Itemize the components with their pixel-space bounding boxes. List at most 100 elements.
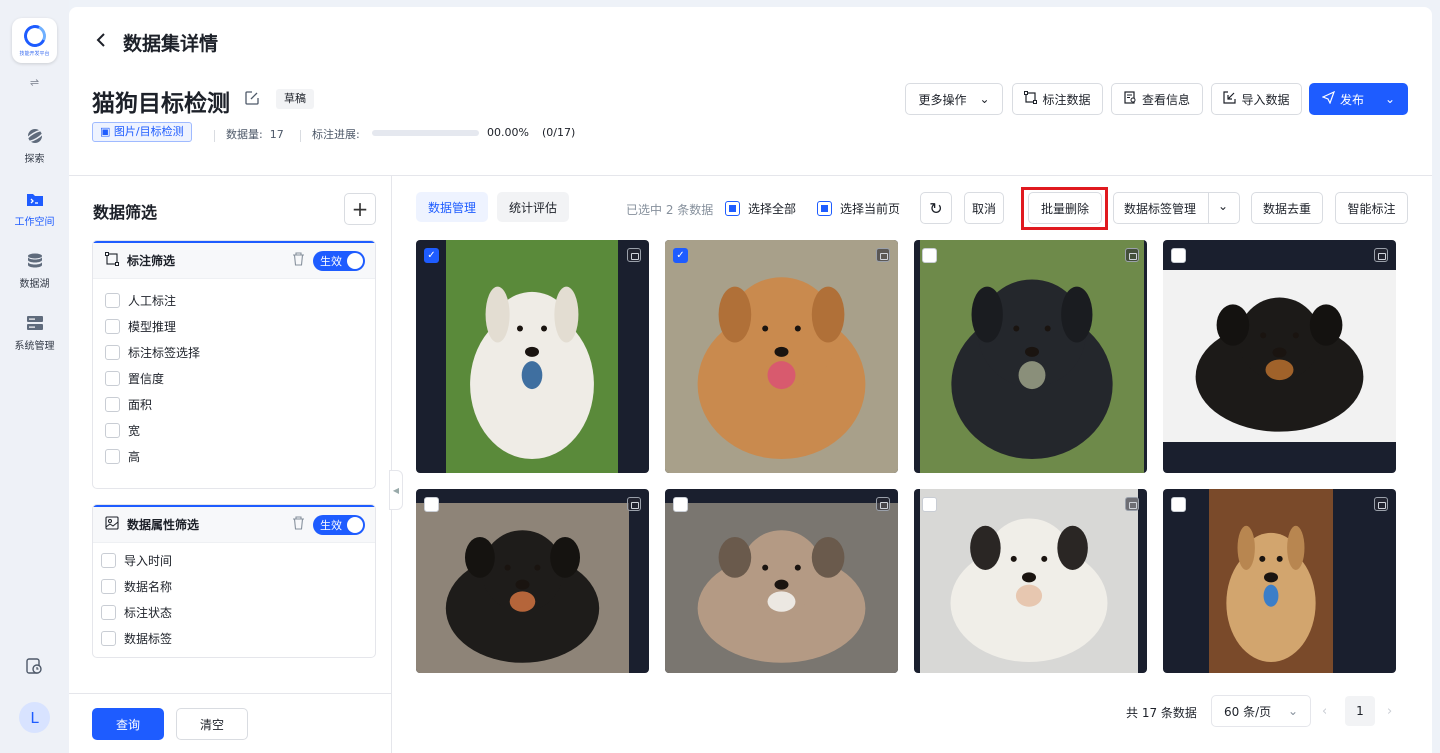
image-card[interactable]: ✓	[665, 240, 898, 473]
task-history-icon[interactable]	[25, 657, 43, 675]
checkbox[interactable]	[101, 630, 116, 646]
next-page-icon[interactable]: ›	[1387, 704, 1392, 719]
filter-option[interactable]: 数据标签	[93, 625, 375, 651]
tab-data-manage[interactable]: 数据管理	[416, 192, 489, 222]
logo-mark-icon	[20, 21, 49, 50]
checkbox[interactable]	[105, 370, 120, 386]
lock-icon[interactable]	[1374, 248, 1388, 262]
send-icon	[1321, 90, 1336, 107]
refresh-button[interactable]: ↻	[920, 192, 952, 224]
add-filter-button[interactable]: +	[344, 193, 376, 225]
checkbox[interactable]	[1171, 497, 1186, 512]
dedupe-button[interactable]: 数据去重	[1251, 192, 1323, 224]
image-card[interactable]	[914, 240, 1147, 473]
checkbox[interactable]	[1171, 248, 1186, 263]
filter-option[interactable]: 模型推理	[93, 313, 375, 339]
image-card[interactable]	[416, 489, 649, 673]
chevron-down-icon[interactable]: ⌄	[1218, 199, 1228, 213]
checkbox[interactable]	[922, 248, 937, 263]
smart-label-button[interactable]: 智能标注	[1335, 192, 1408, 224]
prev-page-icon[interactable]: ‹	[1322, 704, 1327, 719]
clear-button[interactable]: 清空	[176, 708, 248, 740]
divider	[391, 176, 392, 753]
trash-icon[interactable]	[292, 252, 305, 269]
swap-icon[interactable]: ⇌	[0, 76, 69, 89]
attribute-filter-card: 数据属性筛选 生效 导入时间 数据名称 标注状态 数据标签	[92, 504, 376, 658]
lock-icon[interactable]	[876, 497, 890, 511]
image-card[interactable]	[1163, 489, 1396, 673]
label-manage-button[interactable]: 数据标签管理 ⌄	[1113, 192, 1240, 224]
data-count: 数据量: 17	[226, 128, 284, 141]
more-actions-button[interactable]: 更多操作 ⌄	[905, 83, 1003, 115]
filter-option-label: 数据标签	[124, 631, 173, 646]
filter-option[interactable]: 高	[93, 443, 375, 469]
server-icon	[26, 314, 44, 332]
select-all-checkbox[interactable]: 选择全部	[725, 200, 796, 217]
lock-icon[interactable]	[627, 497, 641, 511]
planet-icon	[25, 127, 44, 145]
checkbox[interactable]	[922, 497, 937, 512]
checkbox[interactable]	[101, 578, 116, 594]
filter-option[interactable]: 宽	[93, 417, 375, 443]
page-number[interactable]: 1	[1345, 696, 1375, 726]
highlight-box	[1021, 187, 1108, 230]
checked-checkbox[interactable]: ✓	[424, 248, 439, 263]
avatar[interactable]: L	[19, 702, 50, 733]
checkbox[interactable]	[105, 396, 120, 412]
checkbox[interactable]	[673, 497, 688, 512]
image-settings-icon	[105, 516, 119, 533]
filter-option-label: 面积	[128, 397, 153, 412]
publish-button[interactable]: 发布 ⌄	[1309, 83, 1408, 115]
crop-icon	[1024, 91, 1038, 107]
edit-icon[interactable]	[245, 91, 259, 105]
filter-option-label: 数据名称	[124, 579, 173, 594]
lock-icon[interactable]	[1125, 248, 1139, 262]
nav-item-workspace[interactable]: 工作空间	[0, 190, 69, 228]
checkbox[interactable]	[105, 292, 120, 308]
chevron-down-icon[interactable]: ⌄	[1385, 92, 1395, 106]
back-arrow-icon[interactable]	[95, 31, 107, 54]
tab-stat-eval[interactable]: 统计评估	[497, 192, 570, 222]
query-button[interactable]: 查询	[92, 708, 164, 740]
filter-option[interactable]: 标注标签选择	[93, 339, 375, 365]
import-data-button[interactable]: 导入数据	[1211, 83, 1302, 115]
lock-icon[interactable]	[1374, 497, 1388, 511]
plus-icon: +	[351, 197, 369, 221]
image-card[interactable]	[914, 489, 1147, 673]
checkbox[interactable]	[101, 604, 116, 620]
view-info-button[interactable]: 查看信息	[1111, 83, 1203, 115]
filter-option[interactable]: 标注状态	[93, 599, 375, 625]
active-toggle[interactable]: 生效	[313, 250, 365, 271]
image-card[interactable]: ✓	[416, 240, 649, 473]
annotate-data-button[interactable]: 标注数据	[1012, 83, 1103, 115]
image-card[interactable]	[665, 489, 898, 673]
checkbox[interactable]	[105, 448, 120, 464]
select-page-checkbox[interactable]: 选择当前页	[817, 200, 900, 217]
divider	[300, 130, 301, 142]
filter-option[interactable]: 面积	[93, 391, 375, 417]
collapse-panel-handle[interactable]: ◀	[389, 470, 403, 510]
page-size-select[interactable]: 60 条/页 ⌄	[1211, 695, 1311, 727]
checkbox[interactable]	[105, 318, 120, 334]
nav-item-system[interactable]: 系统管理	[0, 314, 69, 352]
filter-option[interactable]: 人工标注	[93, 287, 375, 313]
trash-icon[interactable]	[292, 516, 305, 533]
checkbox[interactable]	[424, 497, 439, 512]
filter-option[interactable]: 数据名称	[93, 573, 375, 599]
nav-item-datalake[interactable]: 数据湖	[0, 252, 69, 290]
lock-icon[interactable]	[1125, 497, 1139, 511]
checkbox[interactable]	[105, 344, 120, 360]
app-logo[interactable]: 技能开发平台	[12, 18, 57, 63]
cancel-button[interactable]: 取消	[964, 192, 1004, 224]
active-toggle[interactable]: 生效	[313, 514, 365, 535]
filter-option[interactable]: 导入时间	[93, 547, 375, 573]
lock-icon[interactable]	[876, 248, 890, 262]
checkbox[interactable]	[101, 552, 116, 568]
chevron-down-icon: ⌄	[1287, 704, 1298, 718]
nav-item-explore[interactable]: 探索	[0, 127, 69, 165]
image-card[interactable]	[1163, 240, 1396, 473]
filter-option[interactable]: 置信度	[93, 365, 375, 391]
checked-checkbox[interactable]: ✓	[673, 248, 688, 263]
checkbox[interactable]	[105, 422, 120, 438]
lock-icon[interactable]	[627, 248, 641, 262]
